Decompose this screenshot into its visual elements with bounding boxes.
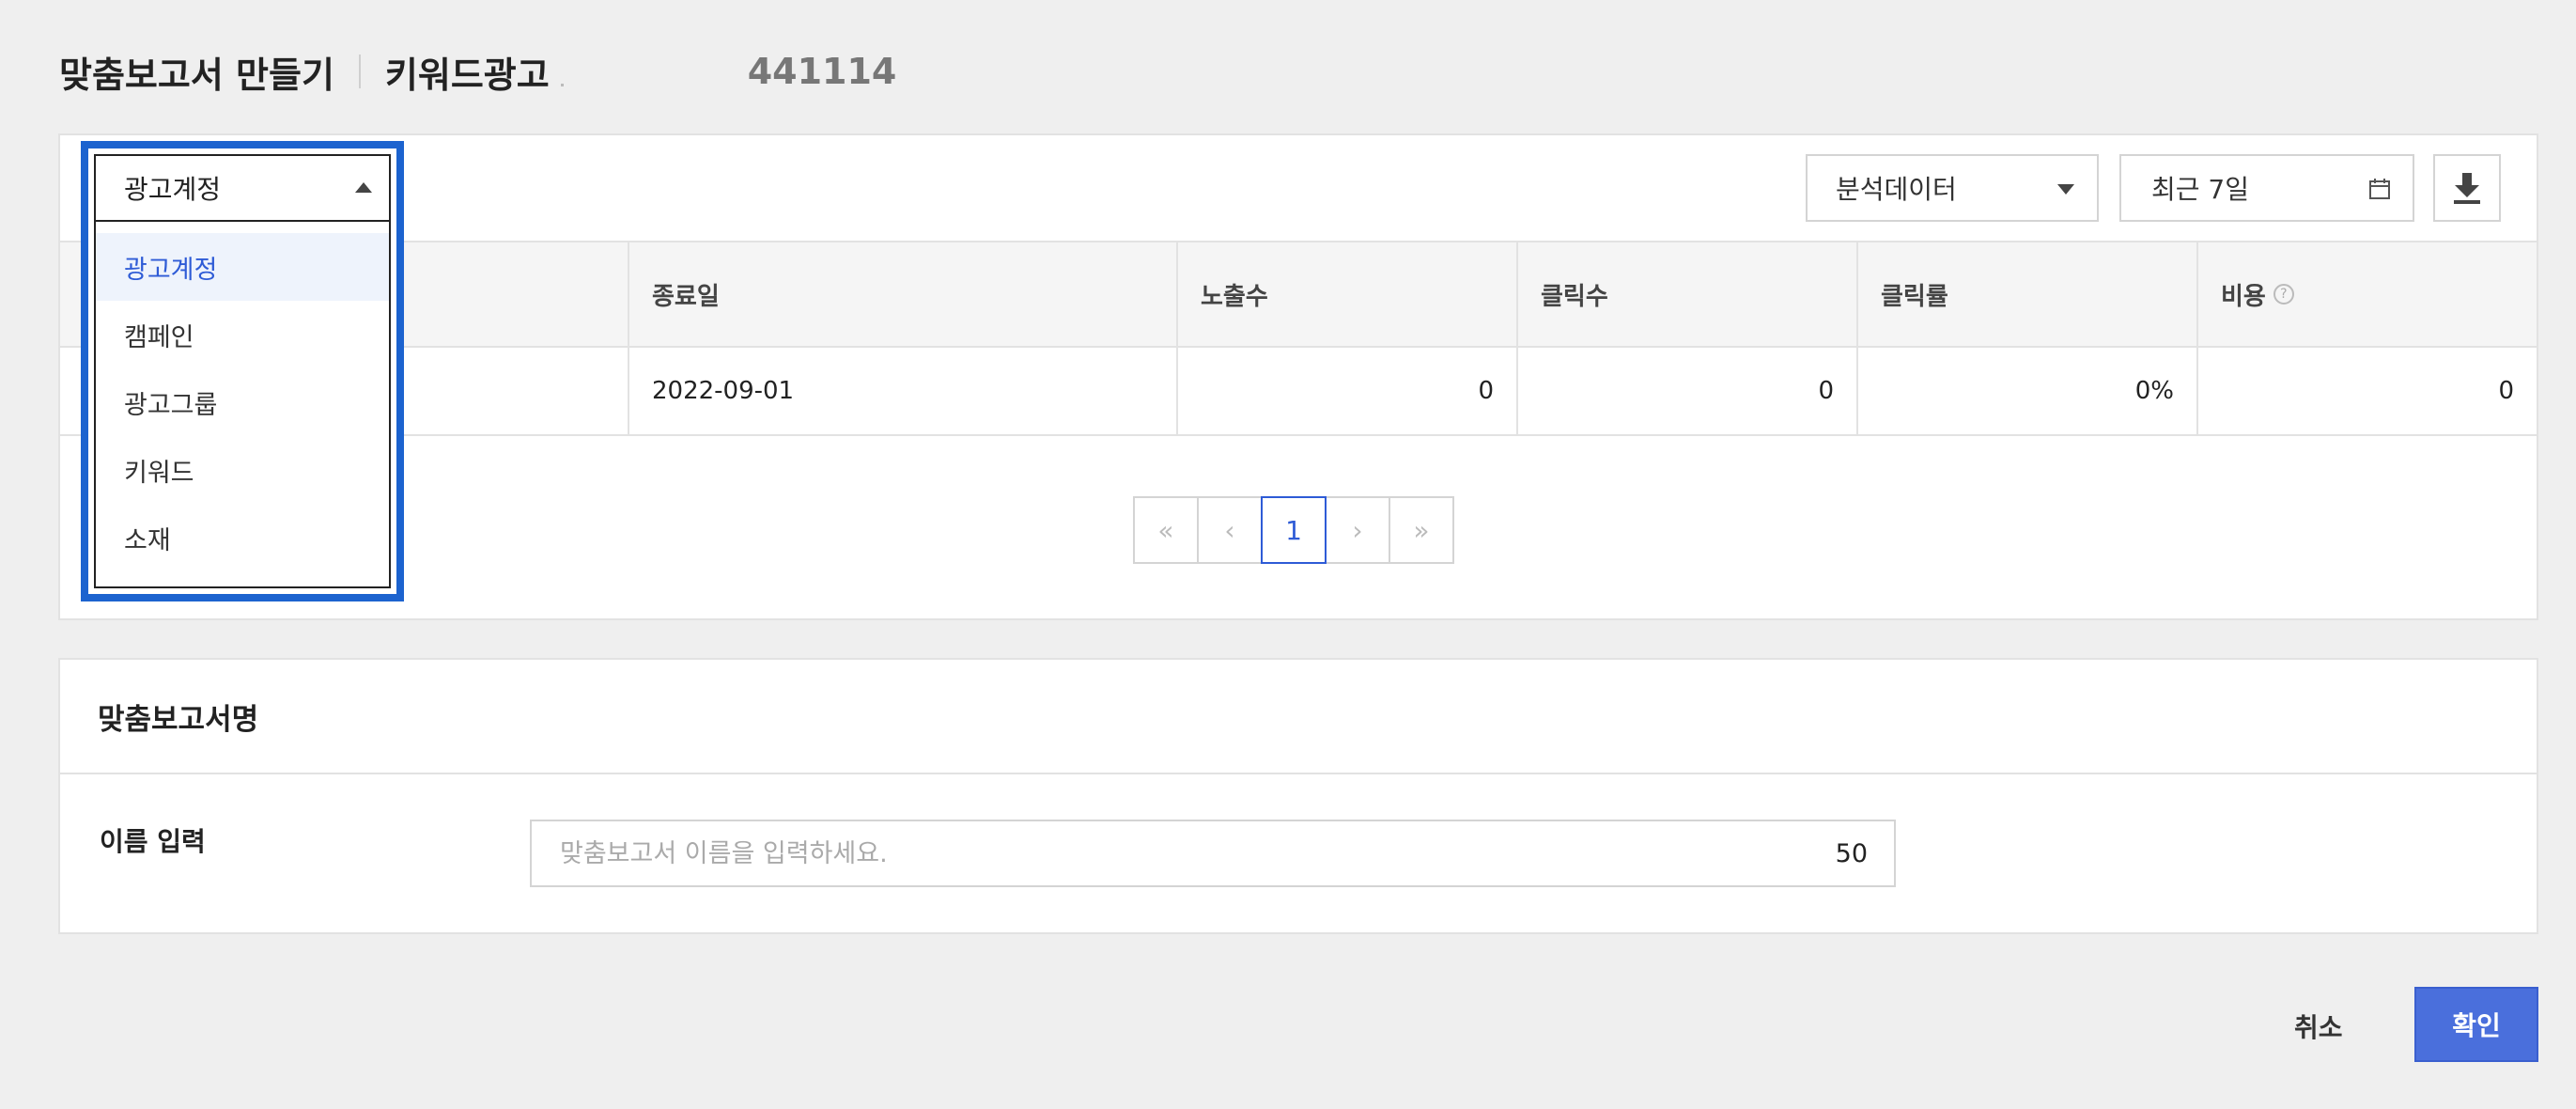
report-panel: 분석데이터 최근 7일 종료일 노출수 클릭수 클릭률 비용 ? 2022-09… bbox=[58, 133, 2538, 620]
level-select-dropdown: 광고계정 광고계정 캠페인 광고그룹 키워드 소재 bbox=[81, 141, 404, 601]
table-cell-ctr: 0% bbox=[1858, 348, 2198, 434]
title-divider bbox=[358, 55, 361, 88]
name-field-label: 이름 입력 bbox=[100, 826, 206, 857]
first-page-button[interactable]: « bbox=[1133, 496, 1199, 564]
download-icon bbox=[2454, 173, 2480, 204]
table-cell-end-date: 2022-09-01 bbox=[629, 348, 1178, 434]
column-header-ctr: 클릭률 bbox=[1858, 242, 2198, 346]
account-id: 441114 bbox=[747, 51, 897, 92]
table-header-row: 종료일 노출수 클릭수 클릭률 비용 ? bbox=[60, 242, 2537, 348]
page-header: 맞춤보고서 만들기 키워드광고 441114 bbox=[59, 47, 896, 96]
prev-page-button[interactable]: ‹ bbox=[1197, 496, 1263, 564]
section-title: 맞춤보고서명 bbox=[60, 660, 2537, 774]
confirm-button[interactable]: 확인 bbox=[2414, 987, 2538, 1062]
level-select[interactable]: 광고계정 bbox=[96, 156, 389, 222]
ad-type-label: 키워드광고 bbox=[384, 54, 550, 96]
table-cell-impressions: 0 bbox=[1178, 348, 1518, 434]
date-range-picker[interactable]: 최근 7일 bbox=[2119, 154, 2414, 222]
date-range-value: 최근 7일 bbox=[2151, 174, 2249, 205]
table-cell-cost: 0 bbox=[2498, 377, 2514, 405]
help-icon[interactable]: ? bbox=[2273, 284, 2294, 305]
table-row: 2022-09-01 0 0 0% 0 bbox=[60, 348, 2537, 436]
dropdown-option-keyword[interactable]: 키워드 bbox=[96, 436, 389, 504]
table-cell-clicks: 0 bbox=[1518, 348, 1858, 434]
cancel-button[interactable]: 취소 bbox=[2289, 989, 2349, 1064]
data-type-value: 분석데이터 bbox=[1836, 174, 1957, 205]
level-select-menu: 광고계정 광고계정 캠페인 광고그룹 키워드 소재 bbox=[94, 154, 391, 588]
report-name-panel: 맞춤보고서명 이름 입력 50 bbox=[58, 658, 2538, 934]
report-toolbar: 분석데이터 최근 7일 bbox=[60, 135, 2537, 242]
report-name-field: 50 bbox=[530, 820, 1896, 887]
level-select-value: 광고계정 bbox=[124, 174, 222, 205]
dropdown-option-campaign[interactable]: 캠페인 bbox=[96, 301, 389, 368]
report-name-input[interactable] bbox=[532, 821, 1836, 885]
data-type-select[interactable]: 분석데이터 bbox=[1806, 154, 2099, 222]
chevron-up-icon bbox=[355, 182, 372, 193]
report-table: 종료일 노출수 클릭수 클릭률 비용 ? 2022-09-01 0 0 0% 0 bbox=[60, 242, 2537, 436]
dropdown-option-creative[interactable]: 소재 bbox=[96, 504, 389, 571]
dropdown-option-account[interactable]: 광고계정 bbox=[96, 233, 389, 301]
dropdown-option-adgroup[interactable]: 광고그룹 bbox=[96, 368, 389, 436]
pagination: « ‹ 1 › » bbox=[1133, 496, 1454, 564]
page-title: 맞춤보고서 만들기 bbox=[59, 54, 334, 96]
download-button[interactable] bbox=[2433, 154, 2501, 222]
char-limit-counter: 50 bbox=[1835, 838, 1868, 868]
chevron-down-icon bbox=[2057, 184, 2074, 195]
column-header-cost: 비용 ? bbox=[2198, 242, 2537, 346]
column-header-end-date: 종료일 bbox=[629, 242, 1178, 346]
page-button-current[interactable]: 1 bbox=[1261, 496, 1327, 564]
last-page-button[interactable]: » bbox=[1389, 496, 1454, 564]
calendar-icon bbox=[2369, 179, 2390, 199]
column-header-clicks: 클릭수 bbox=[1518, 242, 1858, 346]
decorative-dot bbox=[560, 83, 564, 86]
column-header-impressions: 노출수 bbox=[1178, 242, 1518, 346]
column-header-cost-label: 비용 bbox=[2221, 282, 2266, 311]
next-page-button[interactable]: › bbox=[1325, 496, 1390, 564]
